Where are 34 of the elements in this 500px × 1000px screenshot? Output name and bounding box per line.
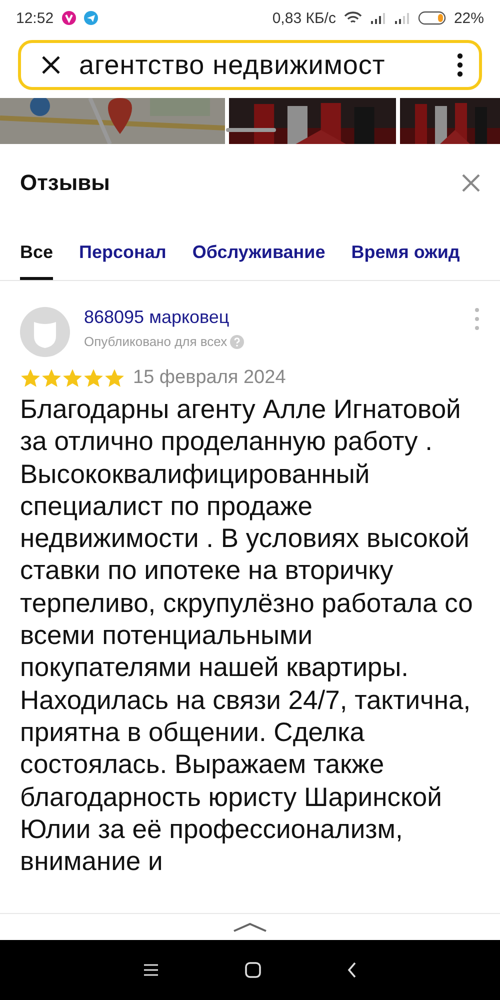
- chevron-up-icon[interactable]: [233, 922, 267, 932]
- review-date: 15 февраля 2024: [133, 367, 286, 389]
- star-icon: [62, 368, 83, 388]
- filter-tab[interactable]: Все: [20, 242, 54, 280]
- filter-tab[interactable]: Обслуживание: [192, 242, 326, 280]
- back-icon[interactable]: [347, 962, 357, 978]
- paper-plane-icon: [84, 11, 98, 25]
- author-name[interactable]: 868095 марковец: [84, 307, 460, 328]
- signal-icon: [370, 12, 386, 24]
- star-icon: [83, 368, 104, 388]
- close-icon[interactable]: [41, 55, 61, 75]
- map-thumbnail[interactable]: [0, 98, 225, 144]
- filter-tab[interactable]: Время ожид: [351, 242, 460, 280]
- visibility-label: Опубликовано для всех: [84, 334, 228, 349]
- search-field[interactable]: агентство недвижимост: [18, 40, 482, 90]
- review-text: Благодарны агенту Алле Игнатовой за отлично проделанную работу . Высококвалифицированный специалист по продаже недвижимости . В условиях высокой ставки по ипотеке на вторичку терпеливо, скрупулёзно работала со всеми потенциальными покупателями нашей квартиры. Находилась на связи 24/7, тактична, приятна в общении. Сделка состоялась. Выражаем также благодарность юристу Шаринской Юлии за её профессионализм, внимание и: [20, 393, 474, 878]
- network-speed: 0,83 КБ/с: [272, 10, 336, 26]
- more-icon[interactable]: [457, 53, 463, 77]
- star-icon: [104, 368, 125, 388]
- filter-tab[interactable]: Персонал: [79, 242, 166, 280]
- app-icon: [62, 11, 76, 25]
- signal-icon: [394, 12, 410, 24]
- avatar-icon: [20, 307, 70, 357]
- star-icon: [41, 368, 62, 388]
- menu-icon[interactable]: [143, 963, 159, 977]
- battery-percent: 22%: [454, 10, 484, 26]
- home-icon[interactable]: [245, 962, 261, 978]
- sheet-title: Отзывы: [20, 170, 110, 196]
- star-icon: [20, 368, 41, 388]
- search-query[interactable]: агентство недвижимост: [79, 50, 439, 80]
- clock: 12:52: [16, 10, 54, 26]
- battery-icon: [418, 11, 446, 25]
- carousel-indicator: [226, 128, 276, 132]
- wifi-icon: [344, 11, 362, 25]
